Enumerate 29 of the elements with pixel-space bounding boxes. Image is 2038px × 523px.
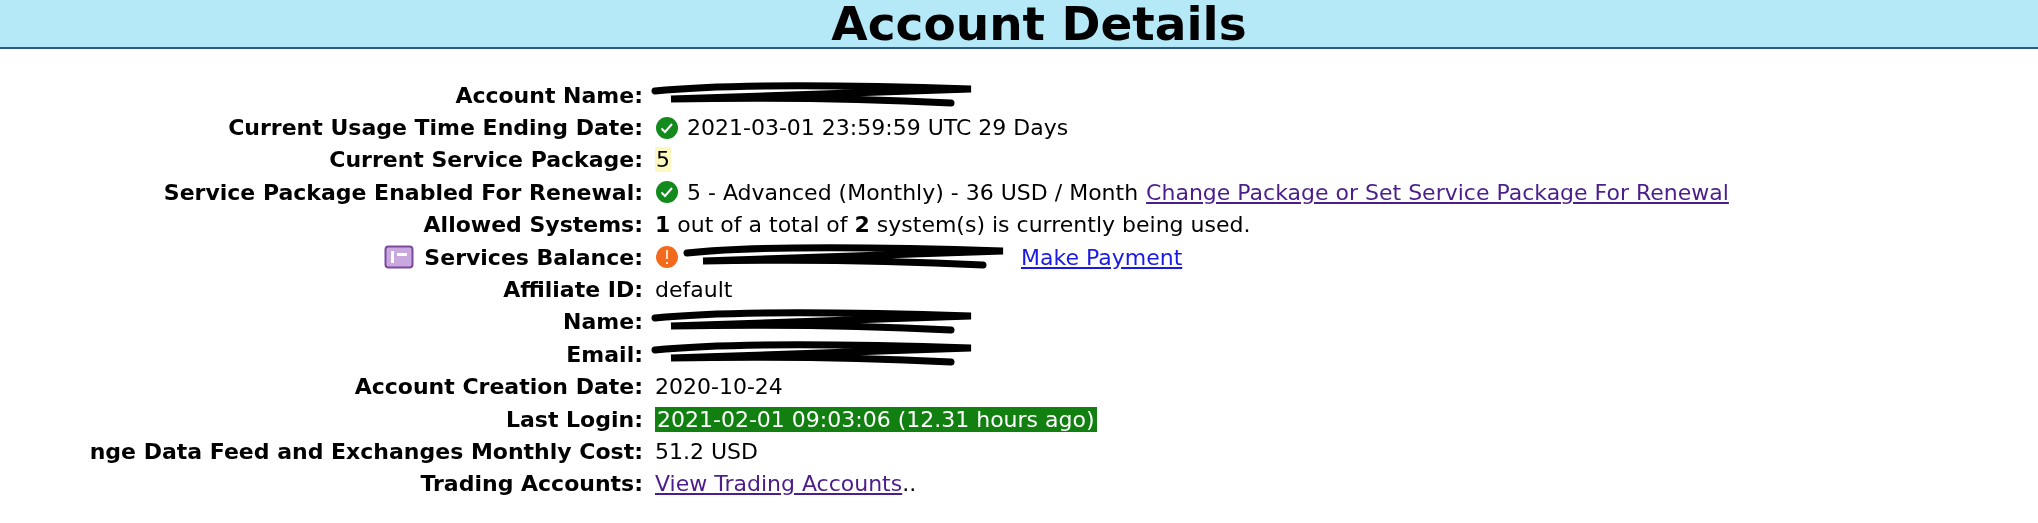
field-value: 2020-10-24 [655, 374, 783, 400]
dots-text: .. [902, 471, 917, 497]
field-value: 51.2 USD [655, 439, 758, 464]
field-value: 1 out of a total of 2 system(s) is currently being used. [655, 212, 1251, 238]
link[interactable]: View Trading Accounts [655, 471, 903, 497]
field-label: Affiliate ID: [503, 277, 643, 303]
last-login-value: 2021-02-01 09:03:06 (12.31 hours ago) [655, 406, 1097, 432]
check-icon [655, 180, 679, 205]
check-icon [655, 115, 679, 140]
field-value: default [655, 277, 733, 303]
page-title: Account Details [830, 0, 1247, 47]
link[interactable]: Change Package or Set Service Package For Renewal [1146, 179, 1729, 205]
link[interactable]: Make Payment [1021, 244, 1183, 270]
field-label: Last Login: [505, 406, 643, 432]
alert-icon [655, 245, 679, 270]
package-value: 5 [655, 147, 671, 173]
field-label: Allowed Systems: [423, 212, 643, 238]
field-label: Services Balance: [424, 244, 643, 270]
field-label: Email: [566, 341, 643, 367]
field-value: 5 - Advanced (Monthly) - 36 USD / Month [687, 179, 1139, 205]
field-label: Name: [563, 309, 643, 335]
field-value: 2021-03-01 23:59:59 UTC 29 Days [687, 115, 1069, 141]
field-label: nge Data Feed and Exchanges Monthly Cost: [89, 439, 643, 464]
field-label: Trading Accounts: [420, 471, 643, 497]
field-label: Account Creation Date: [354, 374, 643, 400]
field-label: Account Name: [455, 82, 643, 108]
field-label: Service Package Enabled For Renewal: [163, 179, 643, 205]
field-label: Current Service Package: [329, 147, 643, 173]
field-label: Current Usage Time Ending Date: [228, 115, 643, 141]
